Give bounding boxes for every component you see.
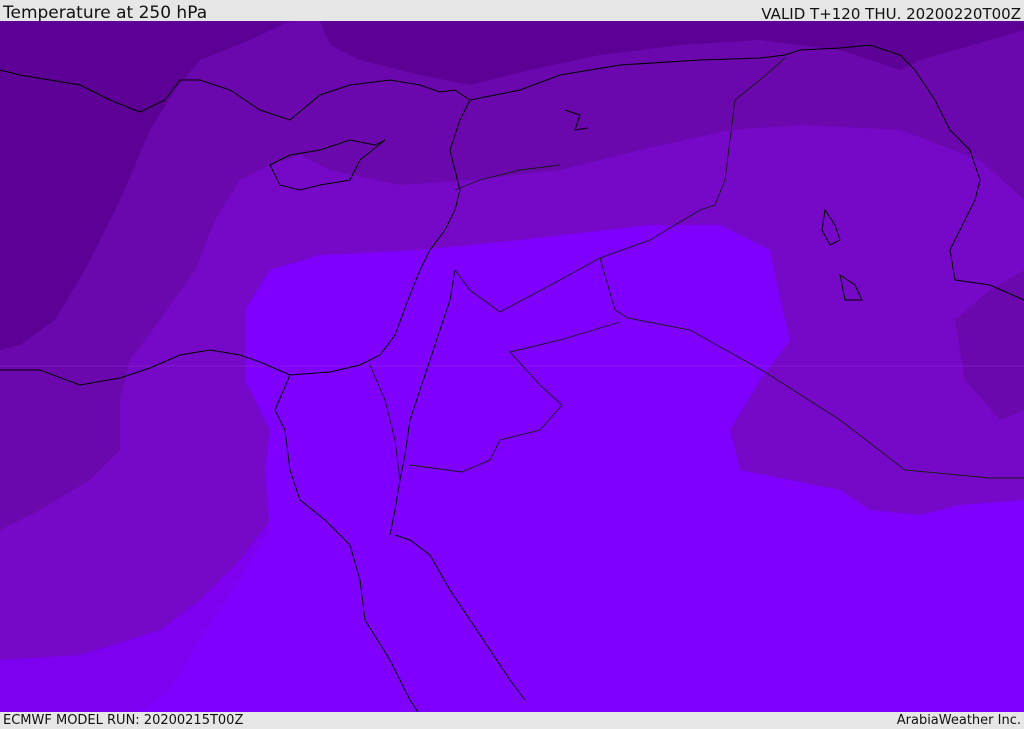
temperature-map[interactable] — [0, 21, 1024, 712]
credit-label: ArabiaWeather Inc. — [896, 713, 1021, 728]
footer-bar: ECMWF MODEL RUN: 20200215T00Z ArabiaWeat… — [0, 712, 1024, 729]
map-title: Temperature at 250 hPa — [3, 3, 208, 23]
header-bar: Temperature at 250 hPa VALID T+120 THU. … — [0, 0, 1024, 23]
map-svg — [0, 21, 1024, 712]
model-run-label: ECMWF MODEL RUN: 20200215T00Z — [3, 713, 244, 728]
